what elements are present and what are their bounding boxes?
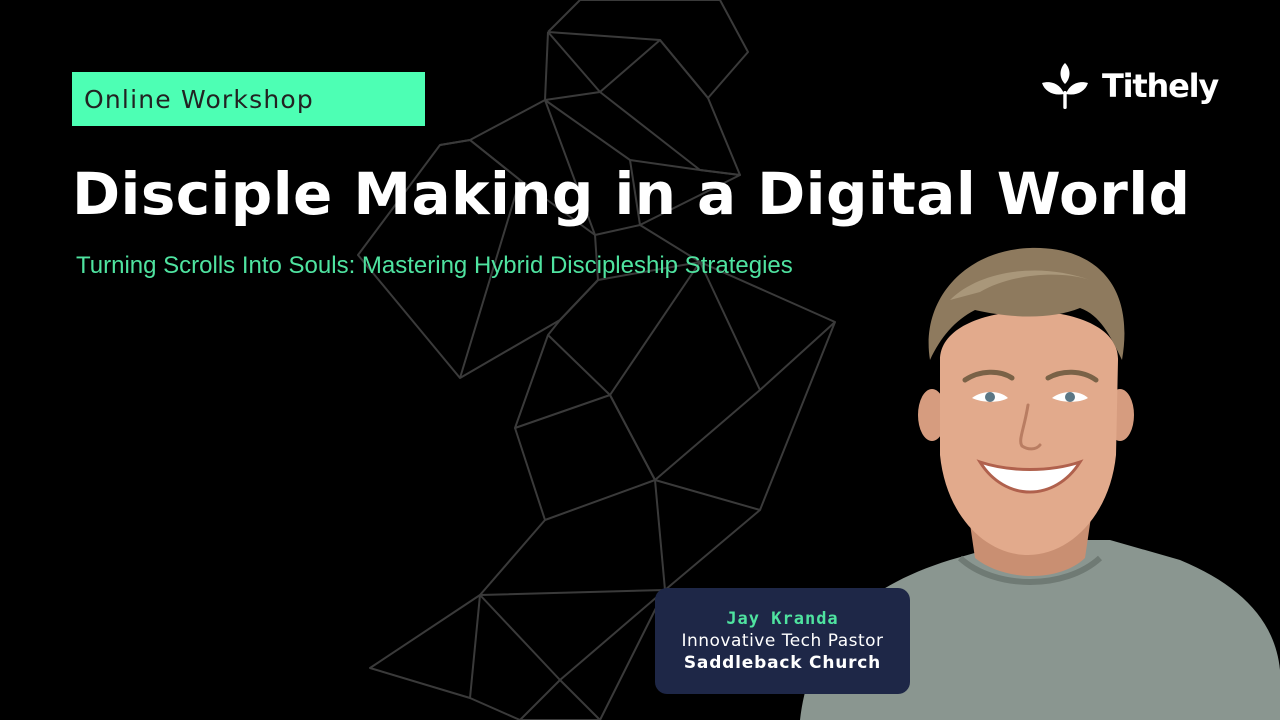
speaker-organization: Saddleback Church <box>683 653 882 673</box>
workshop-badge: Online Workshop <box>72 72 425 126</box>
leaf-sprout-icon <box>1042 63 1088 109</box>
speaker-name: Jay Kranda <box>726 609 839 629</box>
brand-logo: Tithely <box>1040 60 1219 112</box>
brand-name: Tithely <box>1102 67 1219 105</box>
workshop-badge-label: Online Workshop <box>84 84 314 114</box>
speaker-card: Jay Kranda Innovative Tech Pastor Saddle… <box>655 588 910 694</box>
speaker-role: Innovative Tech Pastor <box>681 631 884 651</box>
page-title: Disciple Making in a Digital World <box>72 160 1191 228</box>
page-subtitle: Turning Scrolls Into Souls: Mastering Hy… <box>76 252 793 279</box>
